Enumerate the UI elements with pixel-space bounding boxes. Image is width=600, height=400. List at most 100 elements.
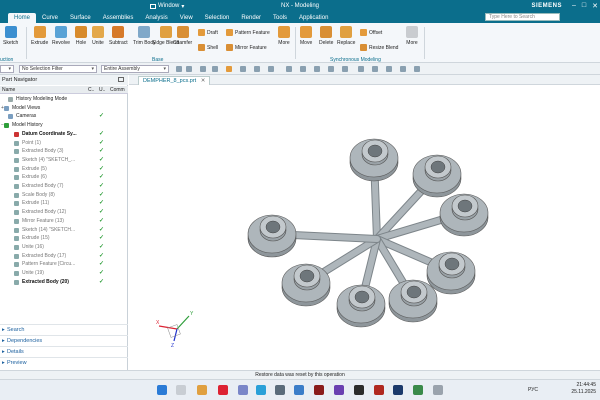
render-icon[interactable] [400,66,406,72]
window-icon[interactable] [118,77,124,82]
telegram-icon[interactable] [256,385,266,395]
point-snap-icon[interactable] [240,66,246,72]
search-icon[interactable] [176,385,186,395]
delete-face-button[interactable]: Delete [319,26,333,46]
model-boss[interactable] [426,251,476,295]
view-icon[interactable] [300,66,306,72]
menu-dropdown[interactable] [0,65,14,73]
navigator-row[interactable]: Extrude (11) ✓ [0,199,128,208]
model-boss[interactable] [349,138,399,182]
select-icon[interactable] [200,66,206,72]
navigator-row[interactable]: Extracted Body (7) ✓ [0,182,128,191]
maximize-button[interactable]: □ [582,2,586,10]
navigator-row[interactable]: Point (1) ✓ [0,139,128,148]
column-current[interactable]: C.. [88,86,94,94]
offset-region-button[interactable]: Offset [360,29,382,36]
tab-selection[interactable]: Selection [199,13,236,23]
tab-render[interactable]: Render [235,13,267,23]
adobe-illustrator-icon[interactable] [374,385,384,395]
selection-scope-dropdown[interactable]: Entire Assembly [101,65,169,73]
navigator-row[interactable]: Scale Body (8) ✓ [0,191,128,200]
hole-button[interactable]: Hole [75,26,87,46]
app-icon[interactable] [334,385,344,395]
select-icon[interactable] [212,66,218,72]
subtract-button[interactable]: Subtract [109,26,128,46]
tab-assemblies[interactable]: Assemblies [97,13,140,23]
close-button[interactable]: ✕ [592,2,598,10]
snap-icon[interactable] [186,66,192,72]
tab-curve[interactable]: Curve [36,13,64,23]
column-comment[interactable]: Comm [110,86,125,94]
column-uptodate[interactable]: U.. [99,86,105,94]
navigator-row[interactable]: Pattern Feature [Circu... ✓ [0,260,128,269]
mirror-feature-button[interactable]: Mirror Feature [226,44,267,51]
section-preview[interactable]: Preview [0,357,128,368]
navigator-row[interactable]: History Modeling Mode [0,95,128,104]
app-icon[interactable] [354,385,364,395]
point-snap-icon[interactable] [268,66,274,72]
chamfer-button[interactable]: Chamfer [173,26,192,46]
more-sync-button[interactable]: More [406,26,418,46]
nx-icon[interactable] [314,385,324,395]
tab-surface[interactable]: Surface [64,13,97,23]
app-icon[interactable] [433,385,443,395]
point-snap-icon[interactable] [254,66,260,72]
render-icon[interactable] [358,66,364,72]
unite-button[interactable]: Unite [92,26,104,46]
replace-face-button[interactable]: Replace [337,26,355,46]
clock[interactable]: 21:44:45 25.11.2025 [571,382,596,396]
model-boss[interactable] [439,193,489,237]
resize-blend-button[interactable]: Resize Blend [360,44,398,51]
model-boss[interactable] [388,279,438,323]
yandex-browser-icon[interactable] [218,385,228,395]
section-search[interactable]: Search [0,324,128,335]
navigator-row[interactable]: + Model Views [0,104,128,113]
render-icon[interactable] [386,66,392,72]
navigator-row[interactable]: − Model History [0,121,128,130]
app-icon[interactable] [238,385,248,395]
tab-dempher-part[interactable]: DEMPHER_8_pcs.prt ✕ [138,76,211,85]
app-icon[interactable] [275,385,285,395]
navigator-row[interactable]: Extracted Body (12) ✓ [0,208,128,217]
extrude-button[interactable]: Extrude [31,26,48,46]
view-icon[interactable] [342,66,348,72]
app-icon[interactable] [294,385,304,395]
navigator-row[interactable]: Mirror Feature (13) ✓ [0,217,128,226]
sketch-button[interactable]: Sketch [3,26,18,46]
model-boss[interactable] [412,154,462,198]
model-boss[interactable] [247,214,297,258]
language-indicator[interactable]: РУС [528,387,538,393]
revolve-button[interactable]: Revolve [52,26,70,46]
section-details[interactable]: Details [0,346,128,357]
render-icon[interactable] [372,66,378,72]
more-base-button[interactable]: More [278,26,290,46]
point-snap-icon[interactable] [226,66,232,72]
app-icon[interactable] [413,385,423,395]
view-icon[interactable] [286,66,292,72]
navigator-row[interactable]: Unite (16) ✓ [0,243,128,252]
pattern-feature-button[interactable]: Pattern Feature [226,29,270,36]
file-explorer-icon[interactable] [197,385,207,395]
tab-tools[interactable]: Tools [267,13,293,23]
tab-home[interactable]: Home [8,13,37,23]
close-tab-icon[interactable]: ✕ [201,78,206,84]
model-3d-view[interactable]: X Y Z [129,86,600,370]
tab-analysis[interactable]: Analysis [139,13,173,23]
navigator-row[interactable]: Extrude (6) ✓ [0,173,128,182]
navigator-row[interactable]: Unite (19) ✓ [0,269,128,278]
tab-application[interactable]: Application [293,13,334,23]
graphics-window[interactable]: X Y Z [129,86,600,370]
navigator-row[interactable]: Extracted Body (20) ✓ [0,278,128,287]
column-name[interactable]: Name [2,86,15,94]
navigator-row[interactable]: Extracted Body (17) ✓ [0,252,128,261]
selection-filter-dropdown[interactable]: No Selection Filter [19,65,97,73]
navigator-row[interactable]: Sketch (14) "SKETCH... ✓ [0,226,128,235]
snap-icon[interactable] [176,66,182,72]
move-face-button[interactable]: Move [300,26,312,46]
view-icon[interactable] [328,66,334,72]
view-icon[interactable] [314,66,320,72]
navigator-row[interactable]: Datum Coordinate Sy... ✓ [0,130,128,139]
render-icon[interactable] [414,66,420,72]
navigator-row[interactable]: Extrude (15) ✓ [0,234,128,243]
command-search-input[interactable]: Type Here to Search [485,13,560,21]
